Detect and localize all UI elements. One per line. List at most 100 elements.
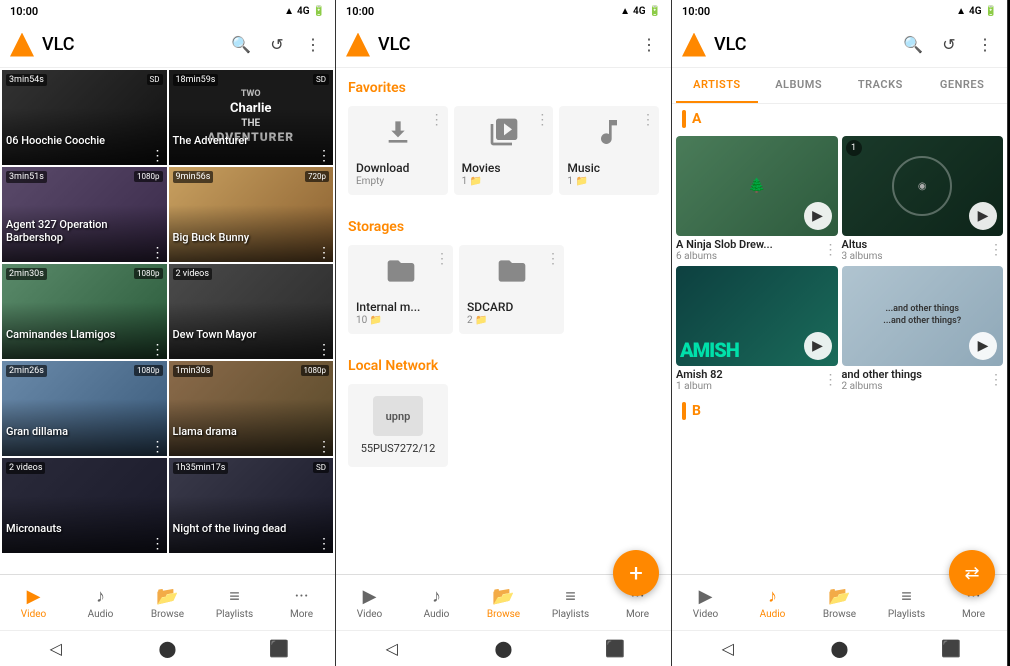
internal-card[interactable]: Internal m... 10 📁 ⋮ [348,245,453,334]
music-more-icon[interactable]: ⋮ [641,112,655,128]
home-btn-2[interactable]: ⬤ [489,635,517,663]
title-9: Micronauts [6,522,149,535]
video-item-8[interactable]: 1min30s 1080p Llama drama ⋮ [169,361,334,456]
music-name: Music [567,161,600,175]
nav-playlists-3[interactable]: ≡ Playlists [873,575,940,630]
more-vert-icon-3[interactable]: ⋮ [973,33,997,57]
nav-playlists-1[interactable]: ≡ Playlists [201,575,268,630]
more-icon-8[interactable]: ⋮ [317,440,331,454]
more-vert-icon-2[interactable]: ⋮ [637,33,661,57]
more-icon-5[interactable]: ⋮ [151,343,165,357]
quality-3: 1080p [134,171,162,182]
artist-ninja[interactable]: 🌲 ▶ A Ninja Slob Drew... 6 albums ⋮ [676,136,838,262]
back-btn-1[interactable]: ◁ [42,635,70,663]
history-icon-3[interactable]: ↺ [937,33,961,57]
tab-albums[interactable]: ALBUMS [758,68,840,103]
back-btn-2[interactable]: ◁ [378,635,406,663]
video-item-5[interactable]: 2min30s 1080p Caminandes Llamigos ⋮ [2,264,167,359]
favorites-row: Download Empty ⋮ Movies 1 📁 ⋮ [348,106,659,195]
home-btn-1[interactable]: ⬤ [153,635,181,663]
artist-altus[interactable]: ◉ 1 ▶ Altus 3 albums ⋮ [842,136,1004,262]
more-icon-2[interactable]: ⋮ [317,149,331,163]
recents-btn-1[interactable]: ⬛ [265,635,293,663]
browse-panel: 10:00 ▲ 4G 🔋 VLC ⋮ Favorites Down [336,0,672,666]
video-item-10[interactable]: 1h35min17s SD Night of the living dead ⋮ [169,458,334,553]
movies-card[interactable]: Movies 1 📁 ⋮ [454,106,554,195]
other-play-btn[interactable]: ▶ [969,332,997,360]
nav-video-label-2: Video [357,609,382,620]
video-item-4[interactable]: 9min56s 720p Big Buck Bunny ⋮ [169,167,334,262]
nav-video-2[interactable]: ▶ Video [336,575,403,630]
video-item-1[interactable]: 3min54s SD 06 Hoochie Coochie ⋮ [2,70,167,165]
video-item-7[interactable]: 2min26s 1080p Gran dillama ⋮ [2,361,167,456]
nav-browse-3[interactable]: 📂 Browse [806,575,873,630]
music-card[interactable]: Music 1 📁 ⋮ [559,106,659,195]
altus-more-icon[interactable]: ⋮ [989,242,1003,258]
more-icon-10[interactable]: ⋮ [317,537,331,551]
time-1: 10:00 [10,5,38,18]
app-bar-icons-1: 🔍 ↺ ⋮ [229,33,325,57]
nav-playlists-2[interactable]: ≡ Playlists [537,575,604,630]
upnp-icon: upnp [373,396,423,436]
upnp-label: upnp [386,410,411,423]
download-card[interactable]: Download Empty ⋮ [348,106,448,195]
more-icon-7[interactable]: ⋮ [151,440,165,454]
duration-3: 3min51s [6,171,47,183]
search-icon-3[interactable]: 🔍 [901,33,925,57]
sdcard-more-icon[interactable]: ⋮ [546,251,560,267]
status-bar-1: 10:00 ▲ 4G 🔋 [0,0,335,22]
shuffle-button[interactable]: ⇄ [949,550,995,596]
search-icon[interactable]: 🔍 [229,33,253,57]
amish-more-icon[interactable]: ⋮ [824,372,838,388]
recents-btn-2[interactable]: ⬛ [601,635,629,663]
video-item-3[interactable]: 3min51s 1080p Agent 327 Operation Barber… [2,167,167,262]
more-icon-1[interactable]: ⋮ [151,149,165,163]
movies-more-icon[interactable]: ⋮ [535,112,549,128]
ninja-more-icon[interactable]: ⋮ [824,242,838,258]
artist-other[interactable]: ...and other things...and other things? … [842,266,1004,392]
duration-9: 2 videos [6,462,45,474]
status-bar-3: 10:00 ▲ 4G 🔋 [672,0,1007,22]
title-5: Caminandes Llamigos [6,328,149,341]
tab-artists[interactable]: ARTISTS [676,68,758,103]
sdcard-card[interactable]: SDCARD 2 📁 ⋮ [459,245,564,334]
nav-browse-1[interactable]: 📂 Browse [134,575,201,630]
more-icon-6[interactable]: ⋮ [317,343,331,357]
recents-btn-3[interactable]: ⬛ [937,635,965,663]
nav-audio-1[interactable]: ♪ Audio [67,575,134,630]
more-vert-icon[interactable]: ⋮ [301,33,325,57]
more-icon-3[interactable]: ⋮ [151,246,165,260]
nav-more-1[interactable]: ··· More [268,575,335,630]
nav-audio-3[interactable]: ♪ Audio [739,575,806,630]
upnp-card[interactable]: upnp 55PUS7272/12 [348,384,448,467]
nav-audio-2[interactable]: ♪ Audio [403,575,470,630]
tab-genres[interactable]: GENRES [921,68,1003,103]
video-item-6[interactable]: 2 videos Dew Town Mayor ⋮ [169,264,334,359]
history-icon[interactable]: ↺ [265,33,289,57]
nav-more-label-1: More [290,609,313,620]
nav-video-1[interactable]: ▶ Video [0,575,67,630]
app-title-2: VLC [378,34,637,55]
fab-button[interactable]: + [613,550,659,596]
tab-tracks[interactable]: TRACKS [840,68,922,103]
artist-amish[interactable]: AMISH ▶ Amish 82 1 album ⋮ [676,266,838,392]
more-icon-4[interactable]: ⋮ [317,246,331,260]
vlc-logo-1 [10,33,34,57]
altus-play-btn[interactable]: ▶ [969,202,997,230]
sdcard-icon [496,255,528,294]
nav-browse-2[interactable]: 📂 Browse [470,575,537,630]
back-btn-3[interactable]: ◁ [714,635,742,663]
video-item-9[interactable]: 2 videos Micronauts ⋮ [2,458,167,553]
video-item-2[interactable]: TWO Charlie THE ADVENTURER 18min59s SD T… [169,70,334,165]
internal-more-icon[interactable]: ⋮ [435,251,449,267]
amish-play-btn[interactable]: ▶ [804,332,832,360]
ninja-play-btn[interactable]: ▶ [804,202,832,230]
nav-video-3[interactable]: ▶ Video [672,575,739,630]
title-6: Dew Town Mayor [173,328,316,341]
home-btn-3[interactable]: ⬤ [825,635,853,663]
browse-nav-icon-2: 📂 [492,586,514,607]
download-more-icon[interactable]: ⋮ [430,112,444,128]
other-more-icon[interactable]: ⋮ [989,372,1003,388]
more-icon-9[interactable]: ⋮ [151,537,165,551]
quality-4: 720p [305,171,329,182]
